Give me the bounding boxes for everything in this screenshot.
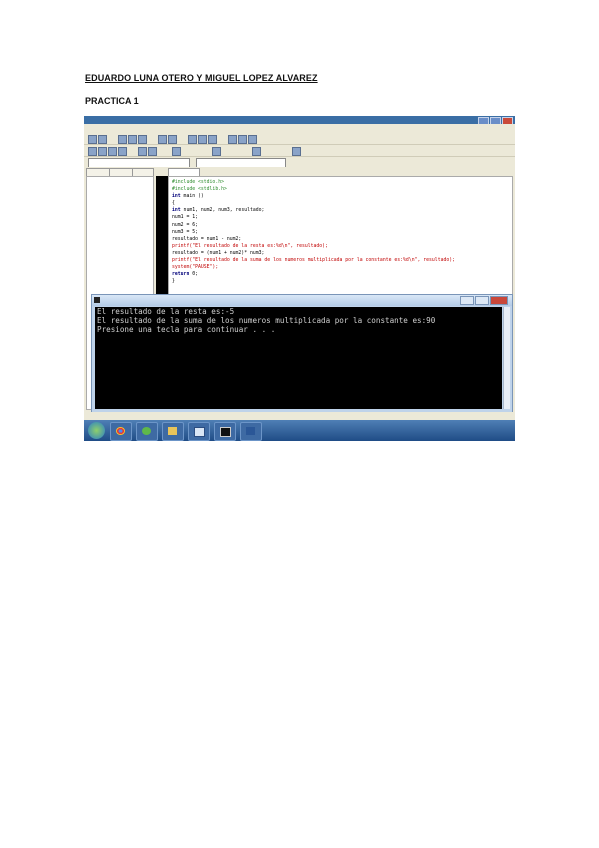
code-area: #include <stdio.h> #include <stdlib.h> i…	[172, 180, 456, 285]
bookmark-icon[interactable]	[248, 135, 257, 144]
redo-icon[interactable]	[168, 135, 177, 144]
open-file-icon[interactable]	[98, 135, 107, 144]
console-icon	[94, 297, 100, 303]
console-maximize-icon[interactable]	[475, 296, 489, 305]
new-project-icon[interactable]	[172, 147, 181, 156]
page-title: EDUARDO LUNA OTERO Y MIGUEL LOPEZ ALVARE…	[85, 73, 318, 83]
word-icon[interactable]	[240, 422, 262, 441]
about-icon[interactable]	[148, 147, 157, 156]
menu-bar	[84, 124, 515, 133]
tabs-row	[84, 167, 515, 177]
compile-run-icon[interactable]	[108, 147, 117, 156]
save-icon[interactable]	[118, 135, 127, 144]
close-file-icon[interactable]	[138, 135, 147, 144]
console-titlebar	[92, 295, 512, 306]
console-window[interactable]: El resultado de la resta es:-5 El resulta…	[91, 294, 513, 414]
console-line: Presione una tecla para continuar . . .	[97, 324, 276, 334]
new-file-icon[interactable]	[88, 135, 97, 144]
toolbar-top	[84, 133, 515, 145]
compile-icon[interactable]	[88, 147, 97, 156]
goto-bookmark-icon[interactable]	[292, 147, 301, 156]
taskbar	[84, 420, 515, 441]
folder-icon[interactable]	[162, 422, 184, 441]
ide-screenshot: #include <stdio.h> #include <stdlib.h> i…	[84, 116, 515, 441]
app-icon[interactable]	[136, 422, 158, 441]
console-icon[interactable]	[214, 422, 236, 441]
chrome-icon[interactable]	[110, 422, 132, 441]
help-icon[interactable]	[138, 147, 147, 156]
console-output: El resultado de la resta es:-5 El resulta…	[95, 307, 502, 409]
replace-icon[interactable]	[198, 135, 207, 144]
run-icon[interactable]	[98, 147, 107, 156]
console-minimize-icon[interactable]	[460, 296, 474, 305]
page-subtitle: PRACTICA 1	[85, 96, 139, 106]
indent-icon[interactable]	[228, 135, 237, 144]
save-all-icon[interactable]	[128, 135, 137, 144]
undo-icon[interactable]	[158, 135, 167, 144]
insert-icon[interactable]	[212, 147, 221, 156]
goto-icon[interactable]	[208, 135, 217, 144]
rebuild-icon[interactable]	[118, 147, 127, 156]
devcpp-icon[interactable]	[188, 422, 210, 441]
system-tray	[375, 420, 515, 441]
ide-titlebar	[84, 116, 515, 125]
console-scrollbar[interactable]	[503, 307, 510, 409]
find-icon[interactable]	[188, 135, 197, 144]
toolbar-compile	[84, 145, 515, 157]
start-orb-icon[interactable]	[88, 422, 105, 439]
status-bar	[84, 412, 515, 420]
console-close-icon[interactable]	[490, 296, 508, 305]
unindent-icon[interactable]	[238, 135, 247, 144]
toggle-icon[interactable]	[252, 147, 261, 156]
